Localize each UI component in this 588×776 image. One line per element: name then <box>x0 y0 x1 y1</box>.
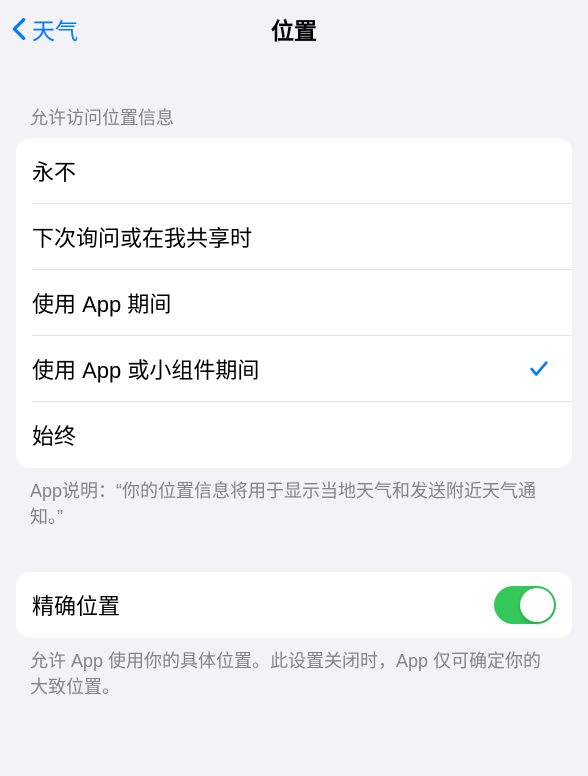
location-access-options: 永不 下次询问或在我共享时 使用 App 期间 使用 App 或小组件期间 始终 <box>16 138 572 468</box>
option-label: 始终 <box>32 419 76 451</box>
precise-location-toggle[interactable] <box>494 586 556 624</box>
switch-knob <box>520 588 554 622</box>
precise-location-row: 精确位置 <box>16 572 572 638</box>
section-footer-precise-location: 允许 App 使用你的具体位置。此设置关闭时，App 仅可确定你的大致位置。 <box>0 638 588 700</box>
option-label: 下次询问或在我共享时 <box>32 221 252 253</box>
section-header-location-access: 允许访问位置信息 <box>0 58 588 138</box>
option-never[interactable]: 永不 <box>16 138 572 204</box>
navigation-bar: 天气 位置 <box>0 0 588 58</box>
checkmark-icon <box>528 358 550 380</box>
precise-location-group: 精确位置 <box>16 572 572 638</box>
back-button[interactable]: 天气 <box>10 12 78 46</box>
section-footer-app-explanation: App说明：“你的位置信息将用于显示当地天气和发送附近天气通知。” <box>0 468 588 530</box>
option-always[interactable]: 始终 <box>16 402 572 468</box>
option-label: 使用 App 或小组件期间 <box>32 353 259 385</box>
option-label: 永不 <box>32 155 76 187</box>
back-button-label: 天气 <box>32 12 78 46</box>
option-label: 使用 App 期间 <box>32 287 171 319</box>
precise-location-label: 精确位置 <box>32 589 120 621</box>
chevron-left-icon <box>10 16 28 42</box>
page-title: 位置 <box>271 12 317 46</box>
option-while-using-app-or-widgets[interactable]: 使用 App 或小组件期间 <box>16 336 572 402</box>
option-while-using-app[interactable]: 使用 App 期间 <box>16 270 572 336</box>
option-ask-next-time[interactable]: 下次询问或在我共享时 <box>16 204 572 270</box>
